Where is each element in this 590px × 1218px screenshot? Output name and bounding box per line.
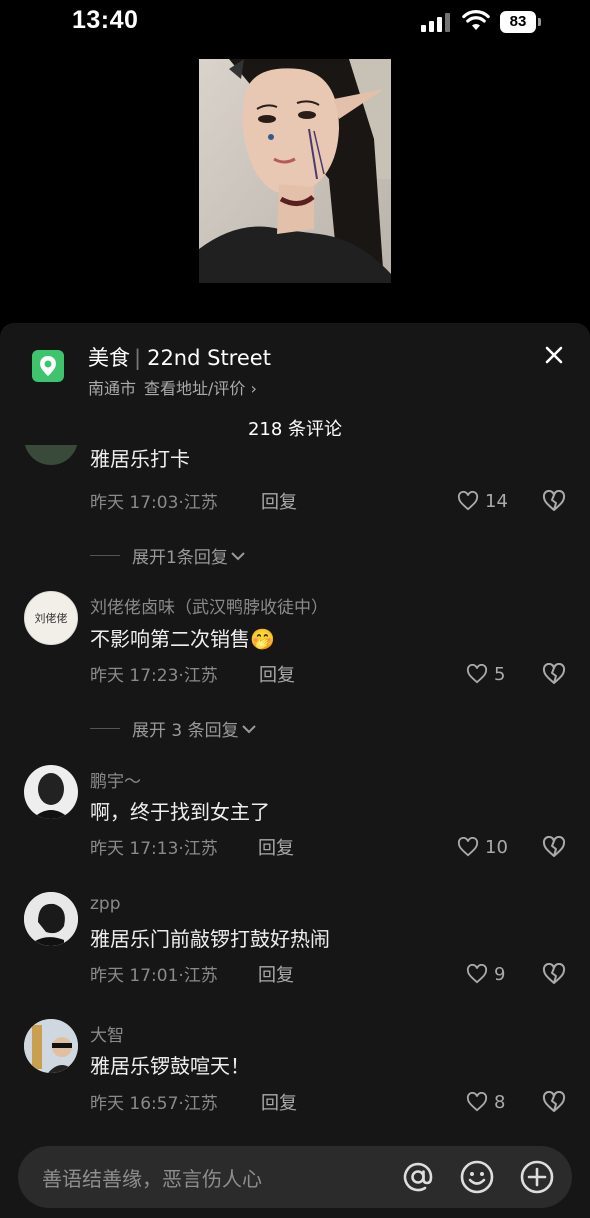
avatar[interactable]: [24, 445, 78, 465]
broken-heart-icon[interactable]: [542, 963, 566, 985]
comment-time: 昨天 16:57: [90, 1094, 179, 1114]
comment-text: 雅居乐打卡: [90, 447, 190, 471]
comment-region: 江苏: [183, 666, 218, 686]
comment-time: 昨天 17:13: [90, 839, 179, 859]
view-address-link[interactable]: 查看地址/评价 ›: [144, 379, 257, 398]
comment-username[interactable]: zpp: [90, 894, 121, 914]
battery-indicator: 83: [500, 11, 536, 33]
avatar-image: [24, 892, 78, 946]
like-count: 10: [485, 836, 508, 858]
heart-outline-icon: [466, 1092, 488, 1112]
divider-line: [90, 555, 120, 556]
comment-username[interactable]: 鹏宇～: [90, 767, 141, 792]
comments-sheet: 美食 | 22nd Street 南通市 查看地址/评价 › 218 条评论 雅居乐打…: [0, 323, 590, 1218]
reply-button[interactable]: 回复: [258, 961, 294, 987]
reply-button[interactable]: 回复: [258, 834, 294, 860]
comment-time: 昨天 17:01: [90, 966, 179, 986]
status-bar: 13:40 83: [0, 0, 590, 44]
wifi-icon: [462, 10, 490, 30]
comment-meta: 昨天 16:57·江苏: [90, 1094, 218, 1114]
location-header[interactable]: 美食 | 22nd Street 南通市 查看地址/评价 ›: [0, 323, 590, 413]
avatar[interactable]: 刘佬佬: [24, 591, 78, 645]
reply-button[interactable]: 回复: [261, 488, 297, 514]
chevron-down-icon: [241, 724, 256, 733]
portrait-image: [199, 59, 391, 283]
comment-region: 江苏: [183, 493, 218, 513]
map-pin-icon: [32, 350, 64, 382]
smiley-icon[interactable]: [459, 1159, 495, 1195]
like-button[interactable]: 10: [457, 835, 508, 859]
location-category: 美食: [88, 346, 130, 370]
comment-region: 江苏: [183, 839, 218, 859]
like-count: 14: [485, 490, 508, 512]
comment-meta: 昨天 17:01·江苏: [90, 966, 218, 986]
location-name: 22nd Street: [147, 346, 271, 370]
at-sign-icon[interactable]: [400, 1159, 436, 1195]
close-icon[interactable]: [541, 342, 567, 368]
comment-region: 江苏: [183, 966, 218, 986]
comment-count: 218 条评论: [247, 419, 343, 440]
status-time: 13:40: [72, 6, 139, 34]
comment-meta: 昨天 17:03·江苏: [90, 493, 218, 513]
like-count: 5: [494, 663, 506, 685]
heart-outline-icon: [466, 964, 488, 984]
avatar[interactable]: [24, 765, 78, 819]
heart-outline-icon: [457, 837, 479, 857]
like-button[interactable]: 5: [466, 662, 505, 686]
reply-button[interactable]: 回复: [259, 661, 295, 687]
location-title: 美食 | 22nd Street: [88, 342, 271, 372]
comment-time: 昨天 17:23: [90, 666, 179, 686]
like-button[interactable]: 9: [466, 962, 505, 986]
reply-button[interactable]: 回复: [261, 1089, 297, 1115]
comment-input-bar[interactable]: 善语结善缘，恶言伤人心: [18, 1146, 572, 1208]
comment-text: 不影响第二次销售🤭: [90, 627, 275, 651]
avatar-image: [24, 1019, 78, 1073]
like-button[interactable]: 14: [457, 489, 508, 513]
expand-replies-label: 展开1条回复: [132, 548, 228, 568]
comment-meta: 昨天 17:23·江苏: [90, 666, 218, 686]
comment-list[interactable]: 雅居乐打卡 昨天 17:03·江苏 回复 14 展开1条回复 刘佬佬 刘佬佬卤味…: [0, 445, 590, 1135]
broken-heart-icon[interactable]: [542, 836, 566, 858]
location-city: 南通市: [88, 379, 137, 398]
location-subtitle: 南通市 查看地址/评价 ›: [88, 375, 257, 399]
cellular-signal-icon: [421, 12, 453, 32]
expand-replies-button[interactable]: 展开1条回复: [90, 543, 246, 568]
like-count: 9: [494, 963, 506, 985]
broken-heart-icon[interactable]: [542, 490, 566, 512]
heart-outline-icon: [466, 664, 488, 684]
comment-time: 昨天 17:03: [90, 493, 179, 513]
divider-line: [90, 728, 120, 729]
like-count: 8: [494, 1091, 506, 1113]
comment-username[interactable]: 刘佬佬卤味（武汉鸭脖收徒中）: [90, 593, 328, 618]
comment-text: 啊，终于找到女主了: [90, 800, 270, 824]
like-button[interactable]: 8: [466, 1090, 505, 1114]
avatar[interactable]: [24, 892, 78, 946]
avatar[interactable]: [24, 1019, 78, 1073]
expand-replies-label: 展开 3 条回复: [132, 721, 239, 741]
comment-input-placeholder[interactable]: 善语结善缘，恶言伤人心: [42, 1163, 262, 1192]
avatar-text: 刘佬佬: [34, 612, 68, 625]
heart-outline-icon: [457, 491, 479, 511]
comment-text: 雅居乐门前敲锣打鼓好热闹: [90, 927, 330, 951]
chevron-down-icon: [231, 551, 245, 560]
avatar-image: [32, 773, 70, 819]
plus-circle-icon[interactable]: [519, 1159, 555, 1195]
battery-tip: [538, 18, 541, 26]
comment-username[interactable]: 大智: [90, 1021, 124, 1046]
broken-heart-icon[interactable]: [542, 663, 566, 685]
expand-replies-button[interactable]: 展开 3 条回复: [90, 716, 257, 741]
broken-heart-icon[interactable]: [542, 1091, 566, 1113]
post-photo[interactable]: [199, 59, 391, 283]
comment-region: 江苏: [183, 1094, 218, 1114]
comment-text: 雅居乐锣鼓喧天！: [90, 1054, 250, 1078]
comment-meta: 昨天 17:13·江苏: [90, 839, 218, 859]
title-divider: |: [134, 346, 142, 370]
